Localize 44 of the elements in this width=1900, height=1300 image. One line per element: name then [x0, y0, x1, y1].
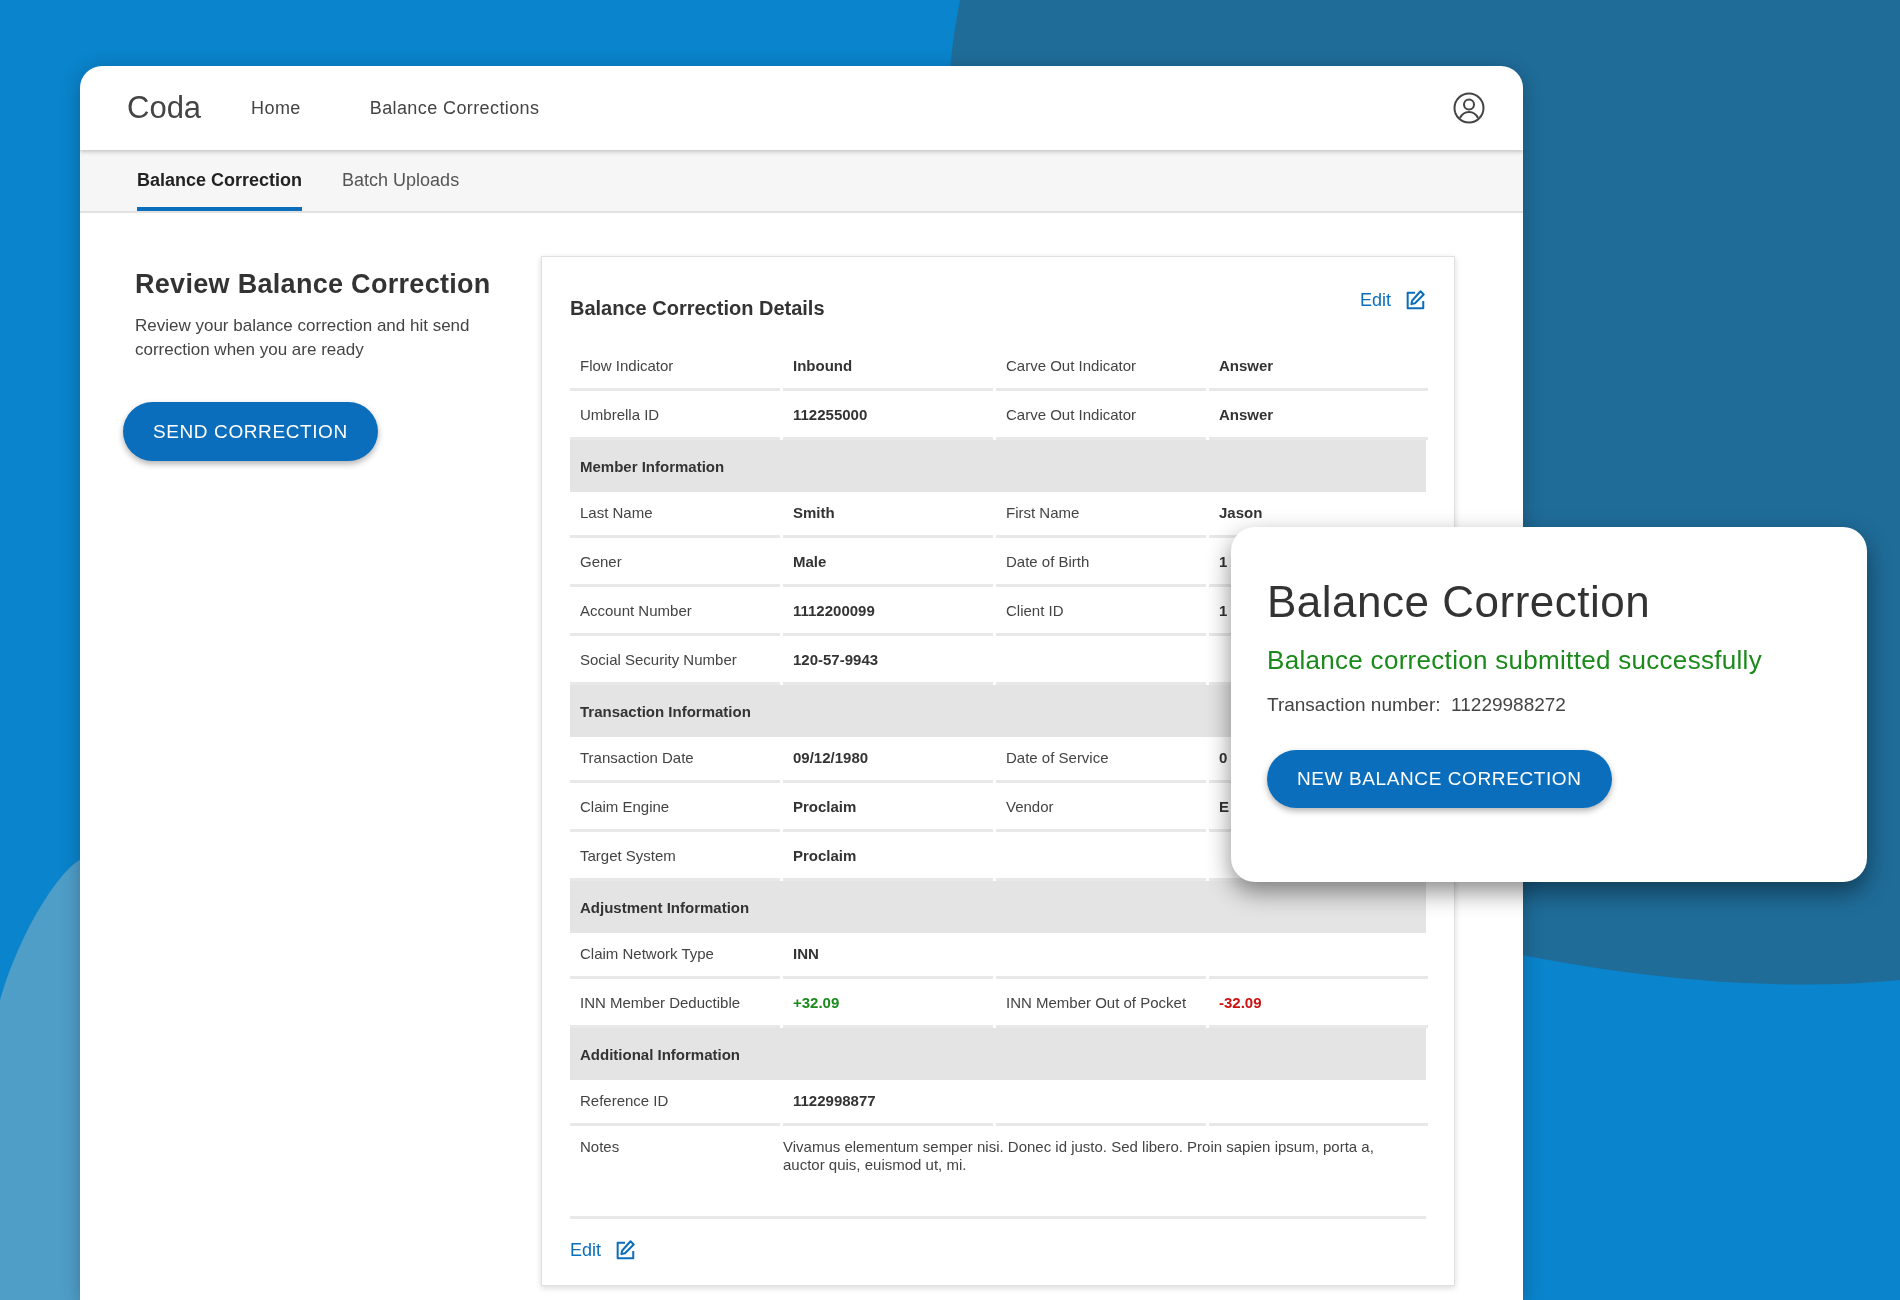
field-value: Inbound [783, 342, 993, 391]
field-label: Flow Indicator [570, 342, 780, 391]
field-label: Client ID [996, 587, 1206, 636]
field-label: Gener [570, 538, 780, 587]
edit-link[interactable]: Edit [1359, 289, 1426, 311]
nav-link[interactable]: Home [251, 97, 301, 119]
send-correction-button[interactable]: SEND CORRECTION [123, 402, 378, 461]
field-value: Proclaim [783, 783, 993, 832]
field-label: Claim Engine [570, 783, 780, 832]
field-label: Reference ID [570, 1077, 780, 1126]
field-label: Claim Network Type [570, 930, 780, 979]
field-label: Transaction Date [570, 734, 780, 783]
description-text: Review your balance correction and hit send correction when you are ready [135, 315, 471, 361]
section-header: Additional Information [570, 1028, 1426, 1080]
new-correction-button[interactable]: NEW BALANCE CORRECTION [1267, 750, 1612, 808]
section-header: Member Information [570, 440, 1426, 492]
edit-icon [1404, 289, 1426, 311]
field-label: First Name [996, 489, 1206, 538]
tab[interactable]: Balance Correction [137, 170, 303, 211]
tab[interactable]: Batch Uploads [342, 170, 460, 211]
section-header: Adjustment Information [570, 881, 1426, 933]
field-value: INN [783, 930, 993, 979]
success-message: Balance correction submitted successfully [1267, 645, 1762, 676]
nav-link[interactable]: Balance Corrections [369, 97, 540, 119]
page-title: Review Balance Correction [135, 269, 491, 300]
field-label: Last Name [570, 489, 780, 538]
app-logo[interactable]: Coda [127, 90, 202, 126]
field-label: Account Number [570, 587, 780, 636]
edit-icon [614, 1239, 637, 1261]
field-value: 1122998877 [783, 1077, 993, 1126]
field-label: Vendor [996, 783, 1206, 832]
notes-text: Vivamus elementum semper nisi. Donec id justo. Sed libero. Proin sapien ipsum, porta a, auctor quis, euismod ut, mi. [783, 1138, 1375, 1174]
field-label: Date of Birth [996, 538, 1206, 587]
field-label: Date of Service [996, 734, 1206, 783]
card-title: Balance Correction Details [570, 297, 825, 320]
field-label: Carve Out Indicator [996, 342, 1206, 391]
field-value: Answer [1209, 342, 1428, 391]
edit-link[interactable]: Edit [570, 1239, 637, 1261]
field-value: Male [783, 538, 993, 587]
profile-icon[interactable] [1453, 92, 1485, 124]
field-value: 1112200099 [783, 587, 993, 636]
field-value: Smith [783, 489, 993, 538]
field-label: Notes [579, 1138, 621, 1155]
field-value: 09/12/1980 [783, 734, 993, 783]
